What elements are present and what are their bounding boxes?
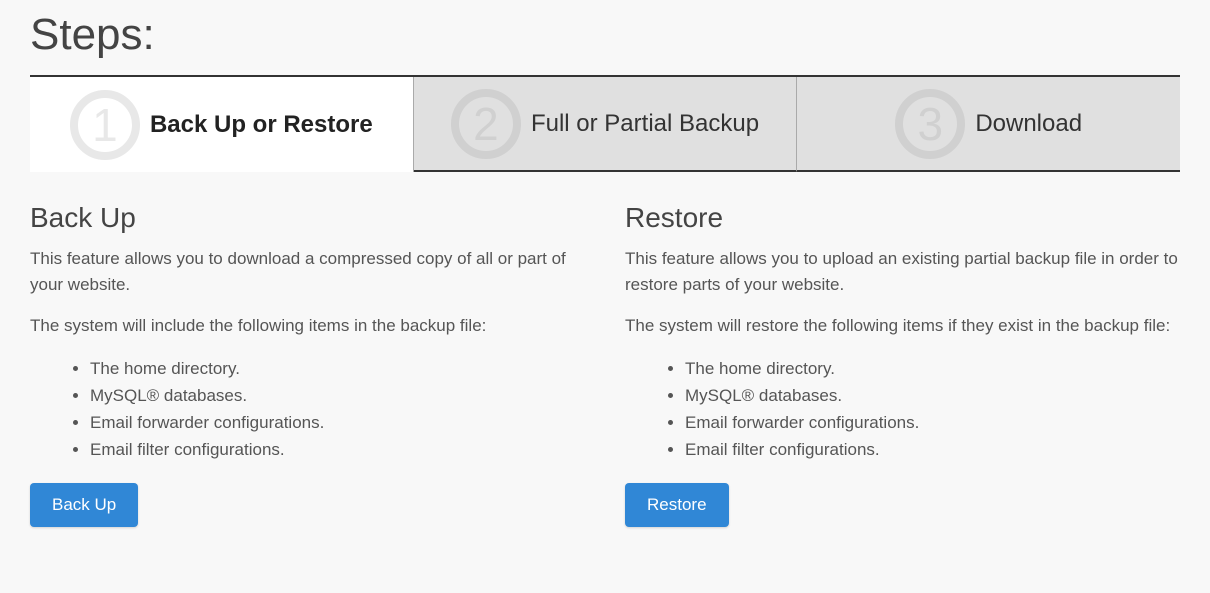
step-label-2: Full or Partial Backup [531,110,759,138]
restore-column: Restore This feature allows you to uploa… [625,202,1180,527]
step-tab-2[interactable]: 2 Full or Partial Backup [414,77,798,172]
steps-tabs: 1 Back Up or Restore 2 Full or Partial B… [30,75,1180,172]
backup-list-intro: The system will include the following it… [30,313,585,339]
step-number-3-icon: 3 [895,89,965,159]
list-item: Email forwarder configurations. [685,409,1180,436]
step-number-1-icon: 1 [70,90,140,160]
list-item: Email filter configurations. [685,436,1180,463]
backup-description: This feature allows you to download a co… [30,246,585,297]
step-label-3: Download [975,110,1082,138]
backup-button[interactable]: Back Up [30,483,138,527]
backup-items-list: The home directory. MySQL® databases. Em… [30,355,585,464]
list-item: MySQL® databases. [685,382,1180,409]
restore-button[interactable]: Restore [625,483,729,527]
restore-items-list: The home directory. MySQL® databases. Em… [625,355,1180,464]
step-number-2-icon: 2 [451,89,521,159]
content-columns: Back Up This feature allows you to downl… [30,202,1180,527]
restore-heading: Restore [625,202,1180,234]
step-label-1: Back Up or Restore [150,111,373,139]
step-tab-1[interactable]: 1 Back Up or Restore [30,77,414,172]
restore-list-intro: The system will restore the following it… [625,313,1180,339]
list-item: Email forwarder configurations. [90,409,585,436]
list-item: The home directory. [685,355,1180,382]
list-item: MySQL® databases. [90,382,585,409]
restore-description: This feature allows you to upload an exi… [625,246,1180,297]
list-item: The home directory. [90,355,585,382]
list-item: Email filter configurations. [90,436,585,463]
page-title: Steps: [30,10,1180,60]
step-tab-3[interactable]: 3 Download [797,77,1180,172]
backup-heading: Back Up [30,202,585,234]
backup-column: Back Up This feature allows you to downl… [30,202,585,527]
